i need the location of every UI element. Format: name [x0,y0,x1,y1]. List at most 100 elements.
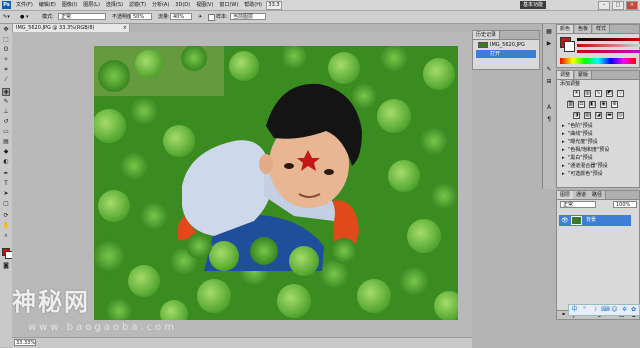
color-spectrum-bar[interactable] [560,58,636,64]
eyedropper-tool-icon[interactable]: ⁄ [2,76,10,84]
shape-tool-icon[interactable]: ▢ [2,200,10,208]
character-panel-icon[interactable]: A [545,104,553,112]
hue-saturation-icon[interactable]: ▒ [567,101,574,108]
crop-tool-icon[interactable]: ⌗ [2,66,10,74]
quick-mask-icon[interactable]: ◙ [2,262,10,270]
preset-black-white[interactable]: "黑白"预设 [560,155,633,162]
menu-item[interactable]: 编辑(E) [39,1,56,9]
tab-adjustments[interactable]: 调整 [557,71,575,79]
preset-hue-saturation[interactable]: "色相/饱和度"预设 [560,147,633,154]
menu-item[interactable]: 帮助(H) [244,1,262,9]
selective-color-icon[interactable]: ◎ [617,112,624,119]
clone-source-panel-icon[interactable]: ⊞ [545,78,553,86]
layer-row-background[interactable]: 👁 背景 [559,215,631,226]
green-slider[interactable] [577,44,640,47]
color-balance-icon[interactable]: ⚖ [578,101,585,108]
tab-history[interactable]: 历史记录 [473,31,501,39]
magic-wand-tool-icon[interactable]: ✧ [2,56,10,64]
menu-item[interactable]: 分析(A) [152,1,169,9]
photo-canvas[interactable] [94,46,458,320]
sample-select[interactable]: 当前图层 [230,13,266,20]
preset-exposure[interactable]: "曝光度"预设 [560,139,633,146]
invert-icon[interactable]: ◑ [573,112,580,119]
brush-panel-icon[interactable]: ✎ [545,66,553,74]
posterize-icon[interactable]: ▧ [584,112,591,119]
minimize-button[interactable]: – [598,1,610,10]
type-tool-icon[interactable]: T [2,180,10,188]
pen-tool-icon[interactable]: ✒ [2,170,10,178]
menu-item[interactable]: 3D(D) [175,1,190,9]
actions-panel-icon[interactable]: ▶ [545,40,553,48]
black-white-icon[interactable]: ◧ [589,101,596,108]
brush-size-icon[interactable]: ● ▾ [20,14,28,20]
panel-background-swatch[interactable] [564,41,575,52]
tab-color[interactable]: 颜色 [557,25,575,33]
lasso-tool-icon[interactable]: ʘ [2,46,10,54]
tab-layers[interactable]: 图层 [557,191,575,199]
preset-curves[interactable]: "曲线"预设 [560,131,633,138]
threshold-icon[interactable]: ◪ [595,112,602,119]
red-slider[interactable] [577,38,640,41]
ime-settings-icon[interactable]: ✲ [621,306,628,313]
tool-preset-icon[interactable]: ✎▾ [3,14,10,20]
blur-tool-icon[interactable]: ◆ [2,148,10,156]
ime-user-icon[interactable]: ☺ [611,306,618,313]
preset-channel-mixer[interactable]: "通道混合器"预设 [560,163,633,170]
blend-mode-select[interactable]: 正常 [560,201,596,208]
preset-selective-color[interactable]: "可选颜色"预设 [560,171,633,178]
dodge-tool-icon[interactable]: ◐ [2,158,10,166]
brightness-contrast-icon[interactable]: ☀ [573,90,580,97]
opacity-input[interactable]: 50% [130,13,152,20]
photo-filter-icon[interactable]: ◉ [600,101,607,108]
curves-icon[interactable]: ∿ [595,90,602,97]
gradient-tool-icon[interactable]: ▤ [2,138,10,146]
hand-tool-icon[interactable]: ✋ [2,222,10,230]
levels-icon[interactable]: ▥ [584,90,591,97]
menu-item[interactable]: 图层(L) [83,1,100,9]
tab-paths[interactable]: 路径 [589,191,607,199]
3d-rotate-tool-icon[interactable]: ⟳ [2,212,10,220]
history-brush-tool-icon[interactable]: ↺ [2,118,10,126]
ime-chinese-icon[interactable]: 中 [571,306,578,313]
tab-channels[interactable]: 通道 [573,191,591,199]
path-selection-tool-icon[interactable]: ➤ [2,190,10,198]
clone-stamp-tool-icon[interactable]: ⊥ [2,108,10,116]
tab-masks[interactable]: 蒙版 [575,71,593,79]
status-zoom-field[interactable]: 33.33% [14,339,36,346]
menu-item[interactable]: 滤镜(T) [129,1,146,9]
move-tool-icon[interactable]: ✥ [2,26,10,34]
zoom-level-dropdown[interactable]: 33.3 [266,1,282,10]
maximize-button[interactable]: □ [612,1,624,10]
marquee-tool-icon[interactable]: ⬚ [2,36,10,44]
menu-item[interactable]: 文件(F) [16,1,33,9]
exposure-icon[interactable]: ◩ [606,90,613,97]
history-snapshot[interactable]: IMG_5620.JPG [476,41,536,49]
ime-punct-icon[interactable]: ° [581,306,588,313]
menu-item[interactable]: 图像(I) [62,1,77,9]
menu-item[interactable]: 视图(V) [196,1,213,9]
history-step-open[interactable]: 打开 [476,50,536,58]
workspace-switcher[interactable]: 基本功能 [520,1,546,9]
history-panel-icon[interactable]: ▦ [545,28,553,36]
zoom-tool-icon[interactable]: ⌕ [2,232,10,240]
document-tab[interactable]: IMG_5620.JPG @ 33.3%(RGB/8) × [12,23,130,32]
layer-opacity-input[interactable]: 100% [613,201,637,208]
mode-select[interactable]: 正常 [58,13,106,20]
airbrush-icon[interactable]: ✈ [198,14,202,20]
aligned-checkbox[interactable] [208,14,215,21]
blue-slider[interactable] [577,50,640,53]
brush-tool-icon[interactable]: ✎ [2,98,10,106]
menu-item[interactable]: 选择(S) [106,1,123,9]
paragraph-panel-icon[interactable]: ¶ [545,116,553,124]
link-layers-icon[interactable]: ⚭ [561,311,566,319]
eraser-tool-icon[interactable]: ▭ [2,128,10,136]
ime-moon-icon[interactable]: ☽ [591,306,598,313]
flow-input[interactable]: 40% [170,13,192,20]
healing-brush-tool-icon[interactable]: ✚ [2,88,10,96]
close-button[interactable]: × [626,1,638,10]
tab-swatches[interactable]: 色板 [575,25,593,33]
preset-levels[interactable]: "色阶"预设 [560,123,633,130]
gradient-map-icon[interactable]: ▬ [606,112,613,119]
eye-icon[interactable]: 👁 [561,216,569,225]
menu-item[interactable]: 窗口(W) [219,1,238,9]
